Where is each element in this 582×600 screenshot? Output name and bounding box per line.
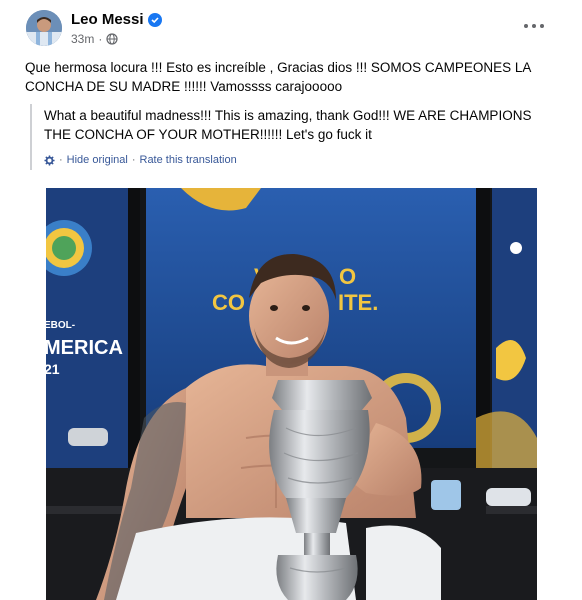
- post-photo[interactable]: EBOL- MERICA 21 V O CO ITE.: [46, 188, 537, 600]
- gear-icon[interactable]: [44, 154, 55, 166]
- banner-text-1: EBOL-: [46, 320, 75, 331]
- facebook-post: Leo Messi 33m · Que hermosa locura !!! E…: [0, 0, 582, 600]
- locker-room-photo: EBOL- MERICA 21 V O CO ITE.: [46, 188, 537, 600]
- globe-icon[interactable]: [106, 33, 118, 45]
- wall-text-2: ITE.: [338, 290, 378, 315]
- links-separator-2: ·: [131, 154, 136, 166]
- wall-text-1: CO: [212, 290, 245, 315]
- avatar-image: [26, 10, 62, 46]
- more-options-icon[interactable]: [524, 18, 544, 34]
- banner-text-2: MERICA: [46, 337, 123, 359]
- rate-translation-link[interactable]: Rate this translation: [140, 154, 237, 166]
- meta-separator: ·: [98, 32, 103, 46]
- wall-text-4: O: [339, 264, 356, 289]
- author-name[interactable]: Leo Messi: [71, 11, 162, 28]
- links-separator-1: ·: [59, 154, 63, 166]
- post-timestamp[interactable]: 33m: [71, 32, 94, 46]
- translation-block: What a beautiful madness!!! This is amaz…: [30, 104, 550, 170]
- post-header: Leo Messi 33m ·: [0, 0, 582, 52]
- translation-text: What a beautiful madness!!! This is amaz…: [44, 104, 550, 144]
- author-name-text[interactable]: Leo Messi: [71, 11, 144, 28]
- translation-line-2: THE CONCHA OF YOUR MOTHER!!!!!! Let's go…: [44, 127, 372, 142]
- original-text-line-1: Que hermosa locura !!! Esto es increíble…: [25, 60, 532, 75]
- banner-text-3: 21: [46, 361, 60, 377]
- post-original-text: Que hermosa locura !!! Esto es increíble…: [25, 58, 545, 96]
- original-text-line-2: CONCHA DE SU MADRE !!!!!! Vamossss caraj…: [25, 79, 343, 94]
- translation-links: · Hide original · Rate this translation: [44, 154, 237, 166]
- post-meta: 33m ·: [71, 32, 118, 46]
- verified-badge-icon: [147, 12, 162, 27]
- avatar[interactable]: [26, 10, 62, 46]
- hide-original-link[interactable]: Hide original: [67, 154, 128, 166]
- translation-line-1: What a beautiful madness!!! This is amaz…: [44, 108, 532, 123]
